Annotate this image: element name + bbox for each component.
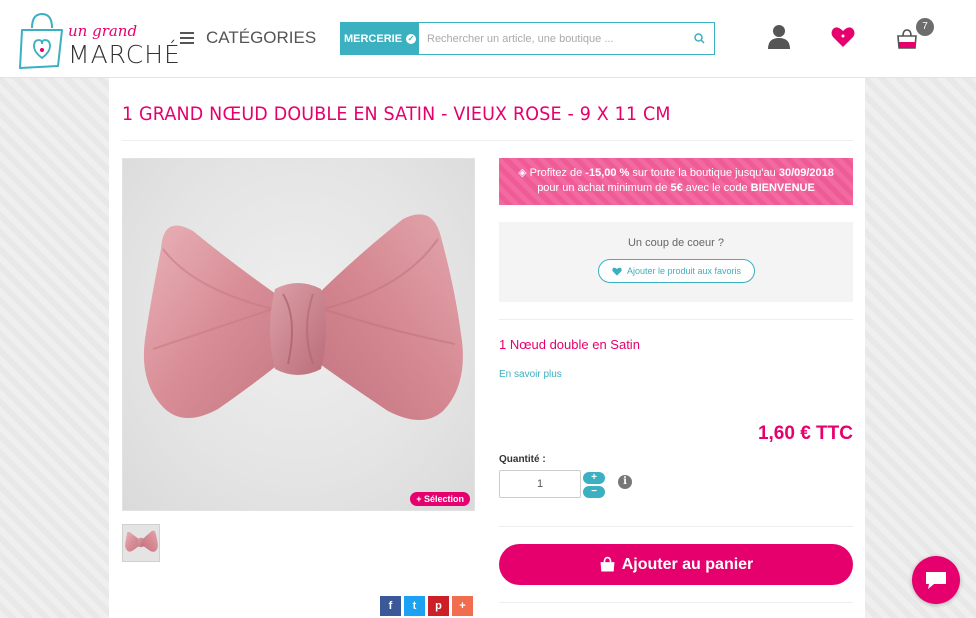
search-bar: MERCERIE ✓ bbox=[340, 22, 715, 55]
quantity-label: Quantité : bbox=[499, 454, 546, 465]
add-to-cart-label: Ajouter au panier bbox=[621, 555, 754, 573]
logo-text-top: un grand bbox=[68, 22, 138, 40]
logo-text-main: MARCHÉ bbox=[68, 40, 181, 69]
promo-minimum: 5€ bbox=[670, 182, 683, 194]
site-header: un grand MARCHÉ CATÉGORIES MERCERIE ✓ 7 bbox=[0, 0, 976, 78]
promo-line2-mid: avec le code bbox=[685, 182, 748, 194]
product-thumbnail[interactable] bbox=[122, 524, 160, 562]
share-buttons: f t p + bbox=[380, 596, 473, 616]
add-to-cart-button[interactable]: Ajouter au panier bbox=[499, 544, 853, 585]
add-to-favorites-button[interactable]: Ajouter le produit aux favoris bbox=[598, 259, 755, 283]
favorite-question: Un coup de coeur ? bbox=[627, 237, 724, 249]
divider bbox=[122, 140, 853, 141]
cart-icon[interactable] bbox=[896, 28, 918, 50]
promo-banner: ◈ Profitez de -15,00 % sur toute la bout… bbox=[499, 158, 853, 205]
satin-bow-image bbox=[143, 214, 463, 420]
promo-mid: sur toute la boutique jusqu'au bbox=[632, 167, 776, 179]
categories-label: CATÉGORIES bbox=[206, 28, 317, 47]
product-price: 1,60 € TTC bbox=[757, 423, 853, 444]
promo-line2-pre: pour un achat minimum de bbox=[537, 182, 668, 194]
divider bbox=[499, 602, 853, 603]
product-title: 1 GRAND NŒUD DOUBLE EN SATIN - VIEUX ROS… bbox=[122, 103, 671, 125]
cart-count-badge: 7 bbox=[916, 18, 934, 36]
quantity-input[interactable] bbox=[499, 470, 581, 498]
promo-line-1: ◈ Profitez de -15,00 % sur toute la bout… bbox=[499, 166, 853, 181]
learn-more-link[interactable]: En savoir plus bbox=[499, 369, 562, 380]
promo-line-2: pour un achat minimum de 5€ avec le code… bbox=[499, 181, 853, 196]
quantity-decrease-button[interactable]: − bbox=[583, 486, 605, 498]
check-icon: ✓ bbox=[406, 33, 417, 44]
chat-bubble-icon bbox=[926, 572, 946, 589]
add-to-favorites-label: Ajouter le produit aux favoris bbox=[626, 266, 742, 276]
search-input[interactable] bbox=[419, 23, 684, 54]
search-category-select[interactable]: MERCERIE ✓ bbox=[341, 23, 419, 54]
divider bbox=[499, 526, 853, 527]
chat-button[interactable] bbox=[912, 556, 960, 604]
selection-badge[interactable]: + Sélection bbox=[410, 492, 470, 506]
promo-discount: -15,00 % bbox=[585, 167, 630, 179]
divider bbox=[499, 319, 853, 320]
heart-icon[interactable] bbox=[831, 26, 855, 48]
search-category-label: MERCERIE bbox=[343, 32, 403, 45]
info-icon[interactable]: i bbox=[618, 475, 632, 489]
product-main-image[interactable]: + Sélection bbox=[122, 158, 475, 511]
promo-code: BIENVENUE bbox=[750, 182, 815, 194]
facebook-share-button[interactable]: f bbox=[380, 596, 401, 616]
more-share-button[interactable]: + bbox=[452, 596, 473, 616]
product-short-description: 1 Nœud double en Satin bbox=[499, 337, 640, 352]
tag-icon: ◈ bbox=[518, 167, 527, 179]
menu-icon bbox=[180, 32, 194, 44]
satin-bow-thumbnail bbox=[125, 530, 158, 552]
search-button[interactable] bbox=[684, 23, 714, 54]
shopping-bag-logo-icon bbox=[19, 12, 63, 69]
promo-pre: Profitez de bbox=[529, 167, 583, 179]
site-logo[interactable]: un grand MARCHÉ bbox=[18, 8, 180, 70]
favorite-box: Un coup de coeur ? Ajouter le produit au… bbox=[499, 222, 853, 302]
promo-date: 30/09/2018 bbox=[778, 167, 834, 179]
heart-icon bbox=[612, 267, 622, 276]
product-panel: 1 GRAND NŒUD DOUBLE EN SATIN - VIEUX ROS… bbox=[109, 78, 865, 618]
user-icon[interactable] bbox=[767, 24, 791, 50]
shopping-bag-icon bbox=[600, 556, 615, 572]
search-icon bbox=[693, 33, 705, 44]
categories-menu-button[interactable]: CATÉGORIES bbox=[180, 26, 316, 50]
pinterest-share-button[interactable]: p bbox=[428, 596, 449, 616]
twitter-share-button[interactable]: t bbox=[404, 596, 425, 616]
quantity-increase-button[interactable]: + bbox=[583, 472, 605, 484]
